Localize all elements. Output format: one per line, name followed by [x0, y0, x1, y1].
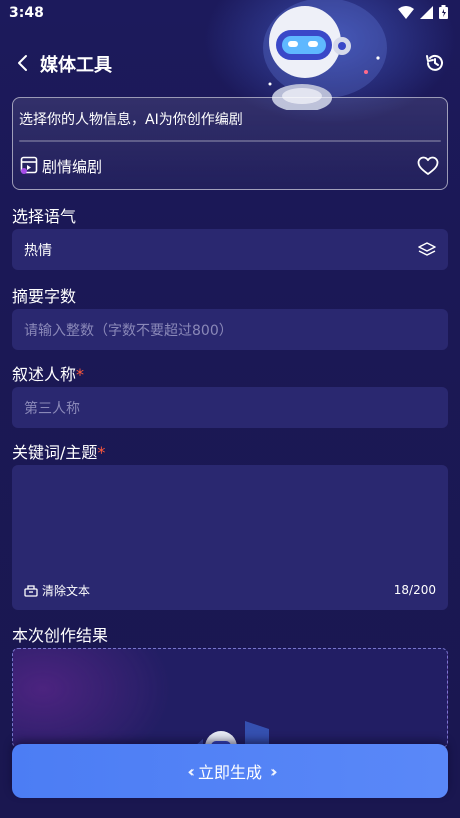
script-mode-label: 剧情编剧 [42, 158, 103, 176]
signal-icon [420, 5, 433, 19]
keywords-label-text: 关键词/主题 [12, 443, 98, 462]
tone-label: 选择语气 [12, 207, 77, 226]
keywords-label: 关键词/主题* [12, 439, 105, 463]
double-chevron-right-icon: ›› [270, 761, 277, 781]
result-area [12, 648, 448, 748]
summary-count-input[interactable]: 请输入整数（字数不要超过800） [12, 309, 448, 350]
summary-count-placeholder: 请输入整数（字数不要超过800） [24, 323, 233, 339]
script-icon [20, 156, 38, 174]
generate-button[interactable]: ‹‹ 立即生成 ›› [12, 744, 448, 798]
status-icons [398, 5, 448, 19]
heart-icon[interactable] [417, 156, 439, 176]
layers-icon [418, 242, 436, 256]
prompt-card[interactable]: 选择你的人物信息，AI为你创作编剧 剧情编剧 [12, 97, 448, 190]
tone-select[interactable]: 热情 [12, 229, 448, 270]
summary-count-label: 摘要字数 [12, 287, 77, 306]
battery-icon [439, 5, 448, 19]
prompt-text: 选择你的人物信息，AI为你创作编剧 [19, 112, 243, 128]
prompt-divider [19, 140, 441, 142]
narrator-placeholder: 第三人称 [24, 401, 80, 417]
keywords-textarea[interactable]: 清除文本 18/200 [12, 465, 448, 610]
narrator-input[interactable]: 第三人称 [12, 387, 448, 428]
history-icon[interactable] [424, 52, 446, 74]
double-chevron-left-icon: ‹‹ [187, 761, 194, 781]
page-title: 媒体工具 [40, 55, 112, 76]
status-time: 3:48 [9, 5, 44, 21]
clear-icon [24, 585, 38, 597]
required-mark: * [76, 365, 85, 384]
result-label: 本次创作结果 [12, 626, 109, 645]
tone-value: 热情 [24, 243, 52, 259]
back-icon[interactable] [12, 52, 34, 74]
narrator-label-text: 叙述人称 [12, 365, 77, 384]
narrator-label: 叙述人称* [12, 361, 84, 385]
app-header: 媒体工具 [0, 40, 460, 86]
wifi-icon [398, 5, 414, 19]
generate-label: 立即生成 [197, 763, 262, 782]
required-mark: * [97, 443, 106, 462]
clear-text-button[interactable]: 清除文本 [24, 582, 90, 599]
char-counter: 18/200 [393, 583, 436, 597]
clear-text-label: 清除文本 [42, 584, 91, 598]
